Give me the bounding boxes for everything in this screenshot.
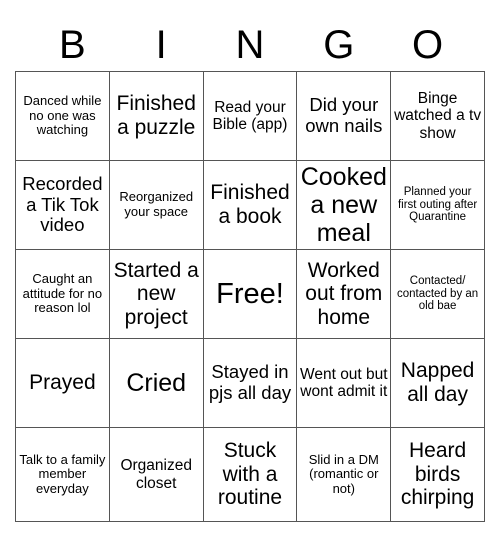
bingo-cell-free[interactable]: Free!: [202, 249, 298, 339]
bingo-row: Prayed Cried Stayed in pjs all day Went …: [15, 338, 485, 428]
bingo-cell-b2[interactable]: Recorded a Tik Tok video: [15, 160, 110, 250]
bingo-cell-g5[interactable]: Slid in a DM (romantic or not): [296, 427, 392, 522]
bingo-grid: Danced while no one was watching Finishe…: [15, 71, 485, 522]
bingo-row: Recorded a Tik Tok video Reorganized you…: [15, 160, 485, 250]
bingo-header: B I N G O: [28, 0, 472, 68]
bingo-cell-g3[interactable]: Worked out from home: [296, 249, 392, 339]
bingo-cell-n5[interactable]: Stuck with a routine: [202, 427, 298, 522]
bingo-cell-o1[interactable]: Binge watched a tv show: [390, 71, 485, 161]
bingo-cell-g4[interactable]: Went out but wont admit it: [296, 338, 392, 428]
bingo-cell-n2[interactable]: Finished a book: [202, 160, 298, 250]
bingo-card: B I N G O Danced while no one was watchi…: [0, 0, 500, 544]
bingo-cell-b4[interactable]: Prayed: [15, 338, 110, 428]
bingo-cell-g1[interactable]: Did your own nails: [296, 71, 392, 161]
bingo-cell-i4[interactable]: Cried: [108, 338, 204, 428]
bingo-cell-o4[interactable]: Napped all day: [390, 338, 485, 428]
bingo-cell-i3[interactable]: Started a new project: [108, 249, 204, 339]
bingo-row: Danced while no one was watching Finishe…: [15, 71, 485, 161]
bingo-letter-g: G: [323, 23, 355, 67]
bingo-cell-i2[interactable]: Reorganized your space: [108, 160, 204, 250]
bingo-cell-b1[interactable]: Danced while no one was watching: [15, 71, 110, 161]
bingo-cell-o2[interactable]: Planned your first outing after Quaranti…: [390, 160, 485, 250]
bingo-row: Talk to a family member everyday Organiz…: [15, 427, 485, 522]
bingo-letter-n: N: [235, 23, 265, 67]
bingo-letter-b: B: [59, 23, 86, 67]
bingo-cell-n4[interactable]: Stayed in pjs all day: [202, 338, 298, 428]
bingo-cell-b5[interactable]: Talk to a family member everyday: [15, 427, 110, 522]
bingo-cell-o3[interactable]: Contacted/ contacted by an old bae: [390, 249, 485, 339]
bingo-cell-n1[interactable]: Read your Bible (app): [202, 71, 298, 161]
bingo-letter-i: I: [155, 23, 167, 67]
bingo-cell-g2[interactable]: Cooked a new meal: [296, 160, 392, 250]
bingo-letter-o: O: [412, 23, 444, 67]
bingo-row: Caught an attitude for no reason lol Sta…: [15, 249, 485, 339]
bingo-cell-i1[interactable]: Finished a puzzle: [108, 71, 204, 161]
bingo-cell-b3[interactable]: Caught an attitude for no reason lol: [15, 249, 110, 339]
bingo-cell-o5[interactable]: Heard birds chirping: [390, 427, 485, 522]
bingo-cell-i5[interactable]: Organized closet: [108, 427, 204, 522]
